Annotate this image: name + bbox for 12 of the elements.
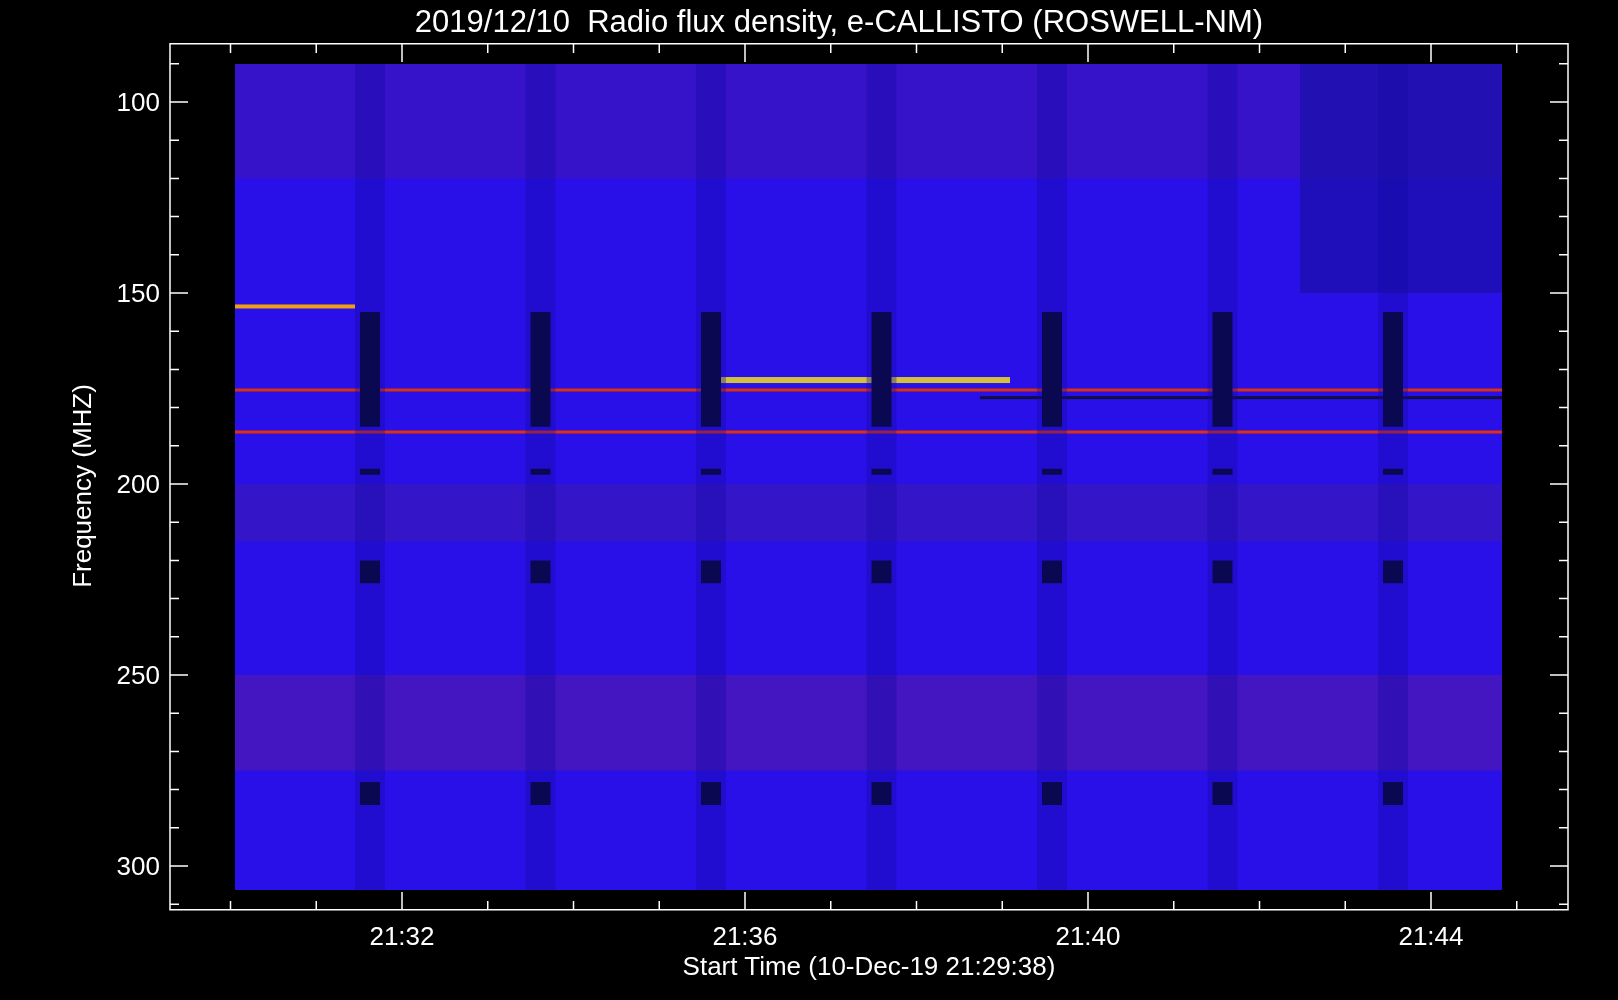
axis-tick-label: 200: [116, 469, 160, 499]
axis-tick-label: 21:36: [712, 921, 778, 951]
axis-tick-label: 100: [116, 87, 160, 117]
axis-label: Frequency (MHZ): [67, 384, 97, 588]
axis-tick-label: 21:44: [1398, 921, 1464, 951]
axis-tick-label: 21:40: [1055, 921, 1121, 951]
axis-tick-label: 21:32: [369, 921, 435, 951]
axis-label: Start Time (10-Dec-19 21:29:38): [682, 951, 1056, 981]
axis-tick-label: 300: [116, 851, 160, 881]
axis-tick-label: 150: [116, 278, 160, 308]
chart-title: 2019/12/10 Radio flux density, e-CALLISTO (ROSWELL-NM): [414, 3, 1264, 40]
axis-tick-label: 250: [116, 660, 160, 690]
